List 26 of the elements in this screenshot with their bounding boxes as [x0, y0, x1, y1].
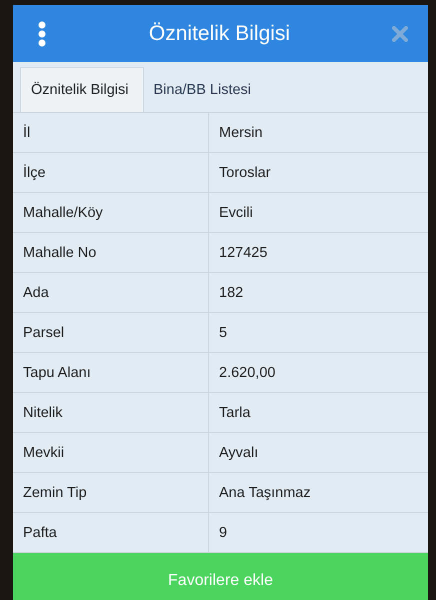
tab[interactable]: Bina/BB Listesi	[144, 68, 266, 112]
value-cell-text: 2.620,00	[218, 364, 276, 382]
value-cell-text: 182	[218, 284, 244, 302]
label-cell: Mahalle No	[13, 233, 209, 272]
value-cell-text: Ayvalı	[218, 444, 260, 462]
value-cell-text: Tarla	[218, 404, 252, 422]
value-cell-text: 9	[218, 524, 228, 542]
value-cell-text: Toroslar	[218, 164, 272, 182]
menu-icon[interactable]	[37, 20, 47, 46]
label-cell: Tapu Alanı	[13, 353, 209, 392]
label-cell: İlçe	[13, 153, 209, 192]
label-cell: Nitelik	[13, 393, 209, 432]
tab[interactable]: Öznitelik Bilgisi	[20, 67, 144, 112]
value-cell-text: 5	[218, 324, 228, 342]
label-cell: Mahalle/Köy	[13, 193, 209, 232]
label-cell: Zemin Tip	[13, 473, 209, 512]
value-cell-text: Mersin	[218, 124, 264, 142]
label-cell: Mevkii	[13, 433, 209, 472]
label-cell: Ada	[13, 273, 209, 312]
label-cell: İl	[13, 113, 209, 152]
value-cell-text: Evcili	[218, 204, 254, 222]
window-title: Öznitelik Bilgisi	[148, 22, 292, 46]
value-cell-text: 127425	[218, 244, 268, 262]
label-cell: Pafta	[13, 513, 209, 552]
value-cell-text: Ana Taşınmaz	[218, 484, 312, 502]
label-cell: Parsel	[13, 313, 209, 352]
